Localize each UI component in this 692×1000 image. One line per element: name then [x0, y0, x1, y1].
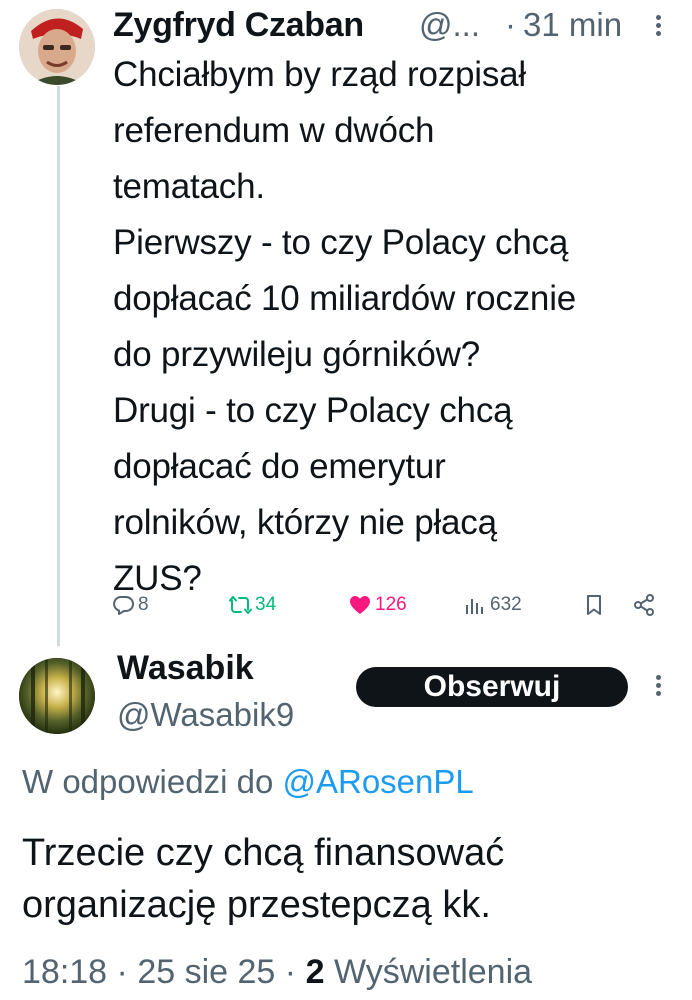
repost-icon [229, 596, 252, 614]
tweet-text-line: rolników, którzy nie płacą [113, 503, 497, 542]
share-icon [634, 594, 654, 616]
tweet-text-line: dopłacać do emerytur [113, 447, 446, 486]
reply-count: 8 [138, 594, 149, 615]
views-button[interactable]: 632 [463, 585, 522, 625]
views-count: 2 [305, 953, 325, 991]
tweet-header: Zygfryd Czaban @... · 31 min [113, 4, 673, 46]
like-icon [350, 596, 370, 614]
author-name[interactable]: Zygfryd Czaban [113, 4, 364, 46]
tweet-text-line: Chciałbym by rząd rozpisał [113, 55, 527, 94]
avatar[interactable] [19, 658, 95, 734]
separator-dot: · [284, 953, 297, 991]
reply-context-prefix: W odpowiedzi do [22, 763, 283, 800]
tweet-text: Trzecie czy chcą finansować organizację … [22, 827, 672, 931]
more-icon[interactable] [646, 12, 670, 42]
avatar[interactable] [19, 9, 95, 85]
author-handle[interactable]: @Wasabik9 [117, 694, 294, 736]
tweet-text-line: Pierwszy - to czy Polacy chcą [113, 223, 569, 262]
tweet-text-line: referendum w dwóch [113, 111, 435, 150]
tweet-text: Chciałbym by rząd rozpisał referendum w … [113, 47, 678, 607]
avatar-portrait-image [19, 9, 95, 85]
tweet-text-line: do przywileju górników? [113, 335, 480, 374]
repost-count: 34 [255, 594, 277, 615]
reply-button[interactable]: 8 [111, 585, 149, 625]
avatar-forest-image [19, 658, 95, 734]
tweet-time[interactable]: 18:18 [22, 953, 107, 991]
tweet-date[interactable]: 25 sie 25 [137, 953, 275, 991]
bookmark-icon [587, 595, 601, 615]
author-name[interactable]: Wasabik [117, 646, 254, 690]
tweet-meta: 18:18 · 25 sie 25 · 2 Wyświetlenia [22, 950, 532, 994]
separator-dot: · [505, 6, 516, 43]
like-count: 126 [375, 594, 407, 615]
tweet-time[interactable]: 31 min [523, 4, 622, 46]
tweet-text-line: Drugi - to czy Polacy chcą [113, 391, 513, 430]
mention-link[interactable]: @ARosenPL [282, 763, 473, 800]
reply-context: W odpowiedzi do @ARosenPL [22, 760, 474, 804]
follow-button[interactable]: Obserwuj [356, 667, 628, 707]
tweet-text-line: Trzecie czy chcą finansować [22, 832, 505, 874]
repost-button[interactable]: 34 [228, 585, 276, 625]
author-handle[interactable]: @... [419, 4, 480, 46]
views-icon [466, 599, 483, 614]
thread-connector-line [57, 86, 60, 646]
tweet-text-line: tematach. [113, 167, 265, 206]
share-button[interactable] [632, 585, 656, 625]
views-label: Wyświetlenia [333, 953, 533, 991]
more-icon[interactable] [646, 672, 670, 702]
views-count: 632 [490, 594, 522, 615]
tweet-text-line: organizację przestepczą kk. [22, 884, 491, 926]
tweet-action-bar: 8 34 126 632 [0, 585, 692, 625]
separator-dot: · [116, 953, 128, 991]
tweet-text-line: dopłacać 10 miliardów rocznie [113, 279, 577, 318]
bookmark-button[interactable] [582, 585, 606, 625]
reply-icon [113, 596, 134, 615]
like-button[interactable]: 126 [348, 585, 407, 625]
